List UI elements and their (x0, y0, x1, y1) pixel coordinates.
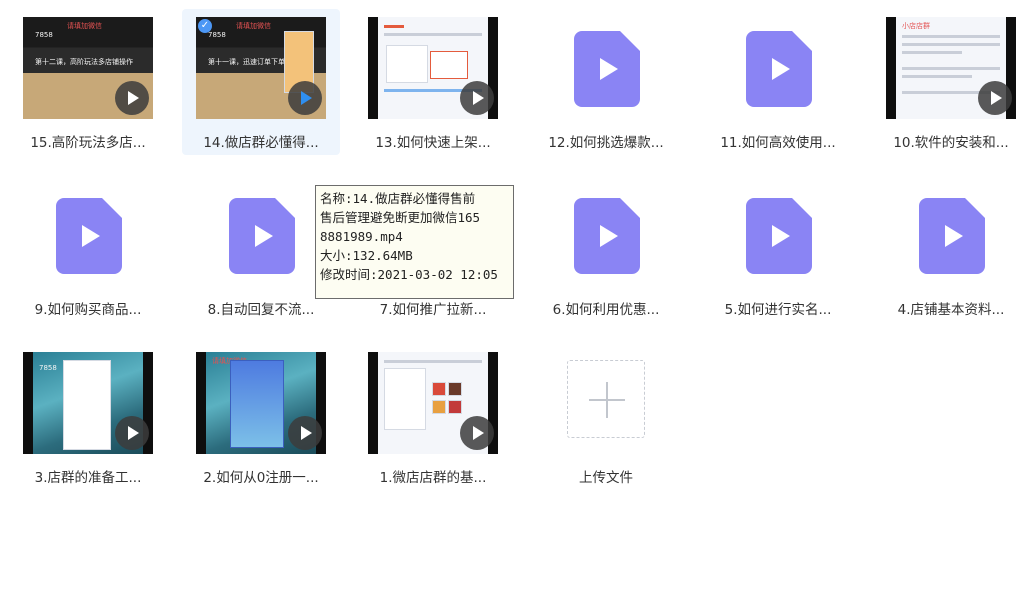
file-name: 5.如何进行实名... (724, 302, 832, 318)
video-file-icon (56, 198, 122, 274)
video-thumbnail: 请填加微信 7858 第十一课，迅速订单下单 ✓ (196, 17, 326, 119)
thumb-text: 小店店群 (902, 22, 930, 30)
file-grid: 请填加微信 7858 第十二课，高阶玩法多店铺操作 15.高阶玩法多店... 请… (0, 0, 1036, 600)
tooltip-size: 大小:132.64MB (320, 248, 413, 263)
file-name: 13.如何快速上架... (375, 135, 491, 151)
video-file-icon (919, 198, 985, 274)
video-file-icon (574, 198, 640, 274)
file-item[interactable]: 13.如何快速上架... (354, 9, 512, 155)
upload-label: 上传文件 (579, 470, 633, 486)
tooltip-name-line: 售后管理避免断更加微信165 (320, 210, 481, 225)
video-thumbnail (368, 17, 498, 119)
play-icon (288, 81, 322, 115)
play-icon (460, 416, 494, 450)
thumb-text: 请填加微信 (236, 22, 271, 30)
play-icon (978, 81, 1012, 115)
video-thumbnail: 7858 (23, 352, 153, 454)
upload-box[interactable] (567, 360, 645, 438)
video-thumbnail: 小店店群 (886, 17, 1016, 119)
file-name: 14.做店群必懂得... (203, 135, 319, 151)
file-item[interactable]: 6.如何利用优惠... (527, 176, 685, 322)
file-item[interactable]: 小店店群 10.软件的安装和... (872, 9, 1030, 155)
thumb-text: 7858 (208, 31, 226, 39)
file-name: 6.如何利用优惠... (552, 302, 660, 318)
phone-screen (63, 360, 111, 450)
tooltip-modified-time: 修改时间:2021-03-02 12:05 (320, 267, 498, 282)
file-item[interactable]: 7858 3.店群的准备工... (9, 344, 167, 490)
file-name: 10.软件的安装和... (893, 135, 1009, 151)
file-name: 2.如何从0注册一... (203, 470, 319, 486)
file-item[interactable]: 11.如何高效使用... (699, 9, 857, 155)
file-item[interactable]: 请填加微信 2.如何从0注册一... (182, 344, 340, 490)
check-icon[interactable]: ✓ (198, 19, 212, 33)
thumb-text: 第十二课，高阶玩法多店铺操作 (35, 58, 133, 66)
file-name: 9.如何购买商品... (34, 302, 142, 318)
thumb-text: 7858 (35, 31, 53, 39)
video-thumbnail: 请填加微信 7858 第十二课，高阶玩法多店铺操作 (23, 17, 153, 119)
file-name: 15.高阶玩法多店... (30, 135, 146, 151)
phone-screen (230, 360, 284, 448)
file-name: 1.微店店群的基... (379, 470, 487, 486)
video-file-icon (746, 31, 812, 107)
file-name: 4.店铺基本资料... (897, 302, 1005, 318)
file-name: 7.如何推广拉新... (379, 302, 487, 318)
file-item[interactable]: 请填加微信 7858 第十二课，高阶玩法多店铺操作 15.高阶玩法多店... (9, 9, 167, 155)
file-name: 8.自动回复不流... (207, 302, 315, 318)
tooltip-name-line: 名称:14.做店群必懂得售前 (320, 191, 476, 206)
file-info-tooltip: 名称:14.做店群必懂得售前 售后管理避免断更加微信165 8881989.mp… (315, 185, 514, 299)
video-file-icon (229, 198, 295, 274)
video-thumbnail: 请填加微信 (196, 352, 326, 454)
file-item[interactable]: 1.微店店群的基... (354, 344, 512, 490)
file-item[interactable]: 5.如何进行实名... (699, 176, 857, 322)
video-file-icon (574, 31, 640, 107)
video-file-icon (746, 198, 812, 274)
file-name: 12.如何挑选爆款... (548, 135, 664, 151)
file-item[interactable]: 4.店铺基本资料... (872, 176, 1030, 322)
upload-file-button[interactable]: 上传文件 (527, 344, 685, 490)
play-icon (288, 416, 322, 450)
play-icon (460, 81, 494, 115)
file-item[interactable]: 9.如何购买商品... (9, 176, 167, 322)
play-icon (115, 416, 149, 450)
video-thumbnail (368, 352, 498, 454)
play-icon (115, 81, 149, 115)
file-item[interactable]: 12.如何挑选爆款... (527, 9, 685, 155)
thumb-text: 请填加微信 (67, 22, 102, 30)
tooltip-name-line: 8881989.mp4 (320, 229, 403, 244)
file-item-selected[interactable]: 请填加微信 7858 第十一课，迅速订单下单 ✓ 14.做店群必懂得... (182, 9, 340, 155)
thumb-text: 7858 (39, 364, 57, 372)
file-name: 3.店群的准备工... (34, 470, 142, 486)
file-name: 11.如何高效使用... (720, 135, 836, 151)
thumb-text: 第十一课，迅速订单下单 (208, 58, 285, 66)
